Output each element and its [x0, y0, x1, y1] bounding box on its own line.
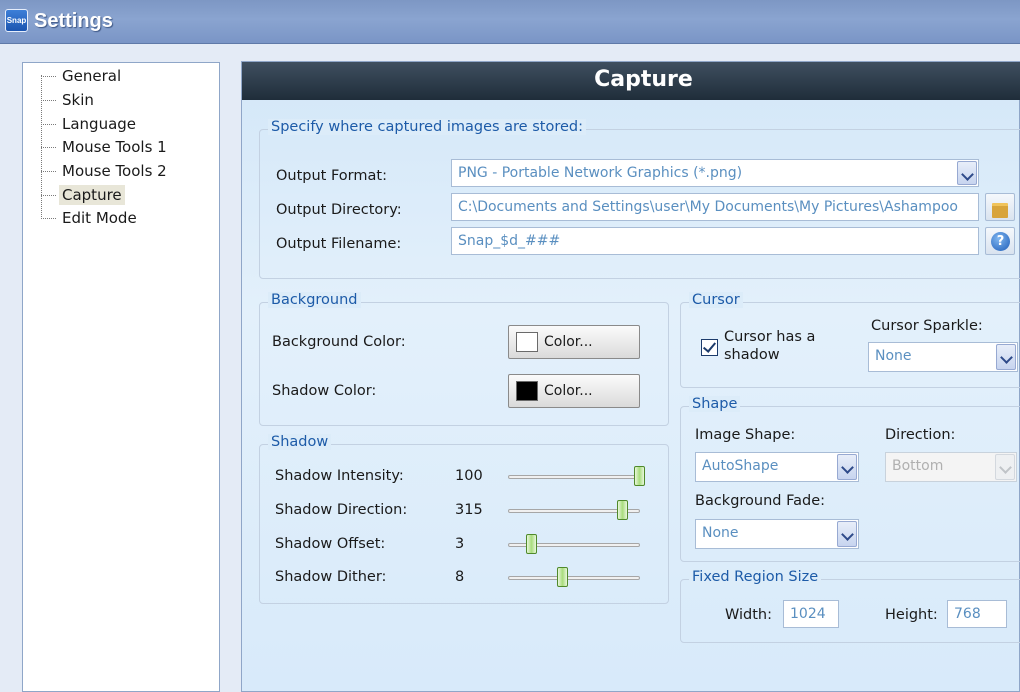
shadow-direction-value: 315: [455, 502, 483, 518]
width-label: Width:: [725, 607, 773, 623]
direction-select[interactable]: Bottom: [885, 452, 1017, 482]
shadow-intensity-slider[interactable]: [634, 466, 645, 486]
shadow-offset-value: 3: [455, 536, 465, 552]
storage-group-title: Specify where captured images are stored…: [268, 119, 586, 135]
shadow-intensity-label: Shadow Intensity:: [275, 468, 404, 484]
output-format-label: Output Format:: [276, 168, 387, 184]
chevron-down-icon[interactable]: [837, 454, 857, 480]
background-fade-value: None: [702, 525, 739, 541]
output-filename-label: Output Filename:: [276, 236, 402, 252]
height-label: Height:: [885, 607, 938, 623]
shadow-direction-label: Shadow Direction:: [275, 502, 408, 518]
width-field[interactable]: 1024: [783, 600, 839, 628]
output-directory-label: Output Directory:: [276, 202, 402, 218]
chevron-down-icon[interactable]: [996, 344, 1016, 370]
shadow-offset-label: Shadow Offset:: [275, 536, 386, 552]
output-format-select[interactable]: PNG - Portable Network Graphics (*.png): [451, 159, 979, 187]
shadow-dither-value: 8: [455, 569, 465, 585]
help-icon: ?: [991, 232, 1010, 251]
snap-app-icon: Snap: [5, 9, 28, 32]
shadow-intensity-track: [508, 475, 640, 479]
sidebar-item-general[interactable]: General: [37, 65, 124, 87]
shadow-color-swatch: [516, 381, 538, 401]
browse-folder-button[interactable]: [985, 193, 1015, 221]
output-filename-field[interactable]: Snap_$d_###: [451, 227, 979, 255]
direction-value: Bottom: [892, 458, 944, 474]
sidebar-item-capture[interactable]: Capture: [37, 184, 125, 206]
cursor-sparkle-label: Cursor Sparkle:: [871, 318, 983, 334]
background-group: Background Background Color: Color... Sh…: [259, 292, 669, 426]
cursor-sparkle-value: None: [875, 348, 912, 364]
output-filename-value: Snap_$d_###: [458, 233, 561, 249]
image-shape-value: AutoShape: [702, 458, 779, 474]
shadow-group-title: Shadow: [268, 434, 332, 450]
page-title: Capture: [242, 62, 1020, 100]
output-directory-value: C:\Documents and Settings\user\My Docume…: [458, 199, 958, 215]
image-shape-label: Image Shape:: [695, 427, 796, 443]
chevron-down-icon[interactable]: [837, 521, 857, 547]
height-field[interactable]: 768: [947, 600, 1007, 628]
storage-group: Specify where captured images are stored…: [259, 119, 1020, 279]
shadow-color-button-label: Color...: [544, 383, 593, 399]
background-color-swatch: [516, 332, 538, 352]
chevron-down-icon[interactable]: [995, 454, 1015, 480]
filename-help-button[interactable]: ?: [985, 227, 1015, 255]
title-bar: Snap Settings: [0, 0, 1020, 44]
shadow-color-label: Shadow Color:: [272, 383, 377, 399]
shadow-offset-slider[interactable]: [526, 534, 537, 554]
shadow-intensity-value: 100: [455, 468, 483, 484]
shadow-direction-slider[interactable]: [617, 500, 628, 520]
cursor-shadow-checkbox[interactable]: [701, 339, 718, 356]
background-fade-select[interactable]: None: [695, 519, 859, 549]
capture-panel: Capture Specify where captured images ar…: [241, 61, 1020, 692]
cursor-shadow-label: Cursor has a shadow: [724, 329, 816, 363]
shape-group: Shape Image Shape: AutoShape Direction: …: [680, 396, 1020, 562]
sidebar-item-language[interactable]: Language: [37, 113, 139, 135]
fixed-region-group-title: Fixed Region Size: [689, 569, 822, 585]
cursor-sparkle-select[interactable]: None: [868, 342, 1018, 372]
background-fade-label: Background Fade:: [695, 493, 826, 509]
sidebar-item-skin[interactable]: Skin: [37, 89, 97, 111]
shadow-color-button[interactable]: Color...: [508, 374, 640, 408]
cursor-group: Cursor Cursor has a shadow Cursor Sparkl…: [680, 292, 1020, 388]
shadow-dither-slider[interactable]: [557, 567, 568, 587]
cursor-group-title: Cursor: [689, 292, 743, 308]
chevron-down-icon[interactable]: [957, 161, 977, 185]
output-directory-field[interactable]: C:\Documents and Settings\user\My Docume…: [451, 193, 979, 221]
sidebar-item-mouse-tools-1[interactable]: Mouse Tools 1: [37, 136, 170, 158]
direction-label: Direction:: [885, 427, 956, 443]
shadow-dither-label: Shadow Dither:: [275, 569, 387, 585]
image-shape-select[interactable]: AutoShape: [695, 452, 859, 482]
fixed-region-group: Fixed Region Size Width: 1024 Height: 76…: [680, 569, 1020, 643]
shadow-group: Shadow Shadow Intensity: 100 Shadow Dire…: [259, 434, 669, 604]
window-title: Settings: [34, 10, 113, 32]
background-group-title: Background: [268, 292, 361, 308]
output-format-value: PNG - Portable Network Graphics (*.png): [458, 165, 743, 181]
background-color-button[interactable]: Color...: [508, 325, 640, 359]
background-color-button-label: Color...: [544, 334, 593, 350]
settings-tree: General Skin Language Mouse Tools 1 Mous…: [22, 62, 220, 692]
shadow-dither-track: [508, 576, 640, 580]
shape-group-title: Shape: [689, 396, 741, 412]
sidebar-item-mouse-tools-2[interactable]: Mouse Tools 2: [37, 160, 170, 182]
background-color-label: Background Color:: [272, 334, 406, 350]
sidebar-item-edit-mode[interactable]: Edit Mode: [37, 207, 140, 229]
